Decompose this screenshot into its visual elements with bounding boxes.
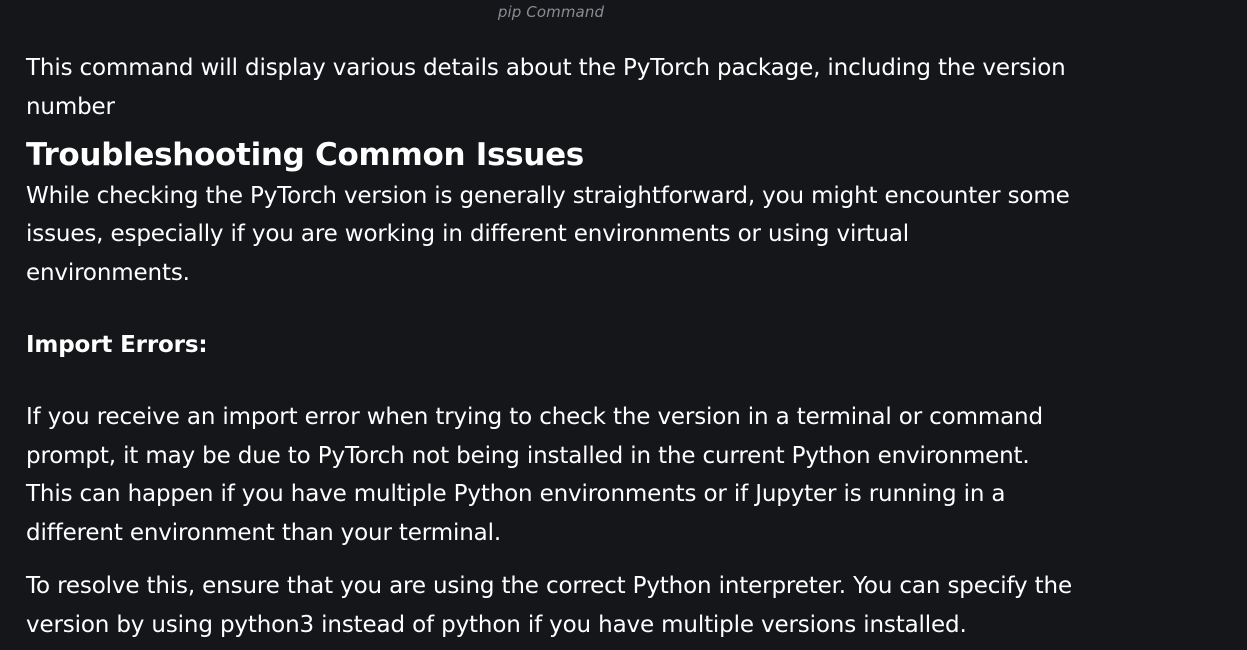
import-errors-paragraph: If you receive an import error when tryi… [26,403,1043,547]
resolution-paragraph: To resolve this, ensure that you are usi… [26,572,1072,638]
code-block-caption: pip Command [497,3,605,21]
article-content: This command will display various detail… [26,49,1076,645]
section-heading: Troubleshooting Common Issues [26,136,584,173]
intro-paragraph: This command will display various detail… [26,55,1066,120]
section-paragraph: While checking the PyTorch version is ge… [26,182,1070,287]
import-errors-heading: Import Errors: [26,331,208,358]
